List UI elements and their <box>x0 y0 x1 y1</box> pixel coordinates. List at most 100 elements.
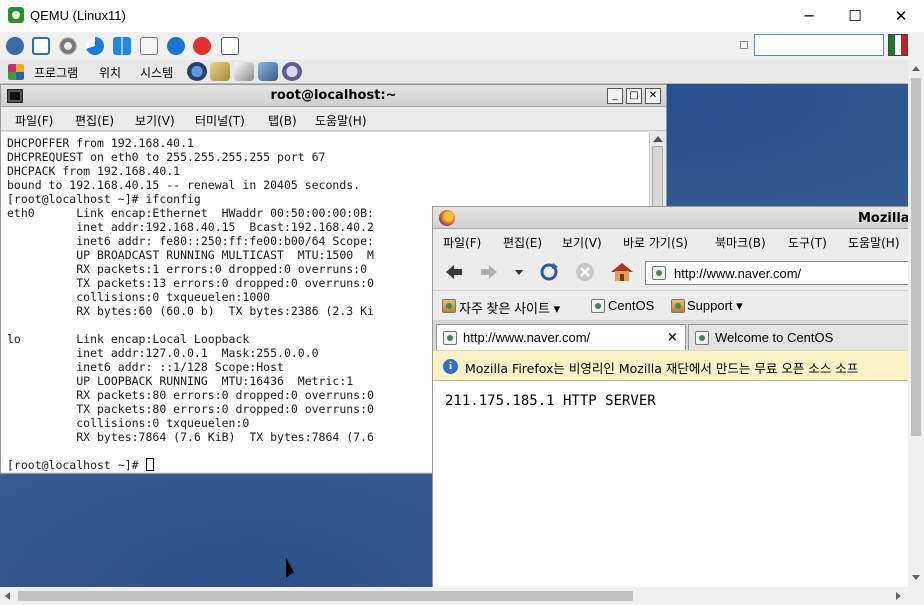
firefox-title: Mozilla <box>858 211 908 226</box>
horizontal-scrollbar-thumb[interactable] <box>18 591 633 601</box>
scroll-right-arrow-icon[interactable] <box>896 592 901 600</box>
scroll-left-arrow-icon[interactable] <box>5 592 10 600</box>
terminal-title: root@localhost:~ <box>270 88 397 103</box>
panel-menu-system[interactable]: 시스템 <box>140 64 173 81</box>
terminal-maximize-button[interactable]: □ <box>626 88 642 104</box>
tab-close-icon[interactable]: × <box>667 330 678 345</box>
language-flag-icon[interactable] <box>888 34 908 56</box>
document-icon[interactable] <box>140 37 158 55</box>
ff-menu-help[interactable]: 도움말(H) <box>848 234 900 251</box>
terminal-line: RX packets:1 errors:0 dropped:0 overruns… <box>7 262 368 276</box>
ff-menu-edit[interactable]: 편집(E) <box>503 234 542 251</box>
panel-menu-places[interactable]: 위치 <box>99 64 121 81</box>
terminal-line: DHCPACK from 192.168.40.1 <box>7 164 181 178</box>
terminal-line: DHCPOFFER from 192.168.40.1 <box>7 136 194 150</box>
scroll-down-arrow-icon[interactable] <box>912 575 920 580</box>
qemu-titlebar: QEMU (Linux11) ─ ☐ ✕ <box>0 0 924 32</box>
terminal-menu-view[interactable]: 보기(V) <box>135 112 175 129</box>
notification-bar: i Mozilla Firefox는 비영리인 Mozilla 재단에서 만드는… <box>433 351 908 381</box>
panel-menu-programs[interactable]: 프로그램 <box>34 64 78 81</box>
refresh-icon[interactable] <box>86 37 104 55</box>
back-arrow-icon[interactable] <box>443 261 465 283</box>
terminal-menu-file[interactable]: 파일(F) <box>15 112 53 129</box>
terminal-prompt: [root@localhost ~]# <box>7 458 146 472</box>
terminal-close-button[interactable]: ✕ <box>645 88 661 104</box>
info-icon: i <box>443 359 458 374</box>
tab-centos[interactable]: Welcome to CentOS <box>688 324 908 350</box>
scroll-up-arrow-icon[interactable] <box>653 136 663 142</box>
download-icon[interactable] <box>221 37 239 55</box>
info-icon[interactable] <box>167 37 185 55</box>
toolbar-checkbox[interactable] <box>740 41 748 49</box>
page-content: 211.175.185.1 HTTP SERVER <box>433 381 908 587</box>
stop-icon[interactable] <box>574 261 596 283</box>
folder-icon <box>442 299 456 313</box>
home-icon[interactable] <box>609 261 633 283</box>
settings-cluster-icon[interactable] <box>6 37 24 55</box>
history-dropdown-icon[interactable] <box>511 261 533 283</box>
firefox-menubar: 파일(F) 편집(E) 보기(V) 바로 가기(S) 북마크(B) 도구(T) … <box>433 229 908 253</box>
terminal-line: inet6 addr: fe80::250:ff:fe00:b00/64 Sco… <box>7 234 374 248</box>
terminal-menu-edit[interactable]: 편집(E) <box>75 112 114 129</box>
terminal-titlebar[interactable]: root@localhost:~ _ □ ✕ <box>1 85 666 107</box>
windows-icon[interactable] <box>113 37 131 55</box>
vertical-scrollbar-thumb[interactable] <box>911 78 921 436</box>
ff-menu-go[interactable]: 바로 가기(S) <box>623 234 688 251</box>
tab-label: http://www.naver.com/ <box>463 330 591 345</box>
notification-text: Mozilla Firefox는 비영리인 Mozilla 재단에서 만드는 무… <box>465 361 859 376</box>
scroll-up-arrow-icon[interactable] <box>912 66 920 71</box>
stop-icon[interactable] <box>193 37 211 55</box>
tab-label: Welcome to CentOS <box>715 330 834 345</box>
horizontal-scrollbar[interactable] <box>0 587 924 605</box>
presentation-launcher-icon[interactable] <box>258 62 278 81</box>
terminal-prompt-line: [root@localhost ~]# <box>7 458 155 472</box>
terminal-line: eth0 Link encap:Ethernet HWaddr 00:50:00… <box>7 206 374 220</box>
tab-favicon-icon <box>695 331 709 345</box>
terminal-menu-help[interactable]: 도움말(H) <box>315 112 367 129</box>
bookmark-support[interactable]: Support ▾ <box>687 298 743 314</box>
terminal-menu-terminal[interactable]: 터미널(T) <box>195 112 245 129</box>
forward-arrow-icon[interactable] <box>478 261 500 283</box>
tab-favicon-icon <box>443 331 457 345</box>
gnome-logo-icon <box>8 64 24 80</box>
terminal-line: inet addr:127.0.0.1 Mask:255.0.0.0 <box>7 346 319 360</box>
page-favicon-icon <box>652 266 666 280</box>
tab-strip: http://www.naver.com/ × Welcome to CentO… <box>433 321 908 351</box>
help-launcher-icon[interactable] <box>282 62 302 81</box>
minimize-button[interactable]: ─ <box>786 0 832 32</box>
toolbar-input[interactable] <box>754 34 884 56</box>
tab-naver[interactable]: http://www.naver.com/ × <box>436 324 686 350</box>
firefox-titlebar[interactable]: Mozilla <box>433 207 908 229</box>
terminal-line: RX packets:80 errors:0 dropped:0 overrun… <box>7 388 374 402</box>
ff-menu-view[interactable]: 보기(V) <box>562 234 602 251</box>
terminal-line: lo Link encap:Local Loopback <box>7 332 250 346</box>
guest-desktop: 프로그램 위치 시스템 root@localhost:~ _ □ ✕ 파일(F)… <box>0 60 908 587</box>
terminal-line: [root@localhost ~]# ifconfig <box>7 192 201 206</box>
centos-bookmark-icon <box>591 299 605 313</box>
terminal-line: TX packets:80 errors:0 dropped:0 overrun… <box>7 402 374 416</box>
browser-launcher-icon[interactable] <box>187 62 207 81</box>
vertical-scrollbar[interactable] <box>908 60 924 587</box>
fullscreen-icon[interactable] <box>32 37 50 55</box>
terminal-line: collisions:0 txqueuelen:1000 <box>7 290 271 304</box>
terminal-line: DHCPREQUEST on eth0 to 255.255.255.255 p… <box>7 150 326 164</box>
terminal-line: inet6 addr: ::1/128 Scope:Host <box>7 360 284 374</box>
gear-icon[interactable] <box>59 37 77 55</box>
ff-menu-tools[interactable]: 도구(T) <box>788 234 827 251</box>
bookmarks-toolbar: 자주 찾은 사이트 ▾ CentOS Support ▾ <box>433 291 908 321</box>
terminal-minimize-button[interactable]: _ <box>607 88 623 104</box>
url-text[interactable]: http://www.naver.com/ <box>674 266 801 281</box>
terminal-line: RX bytes:7864 (7.6 KiB) TX bytes:7864 (7… <box>7 430 374 444</box>
ff-menu-file[interactable]: 파일(F) <box>443 234 481 251</box>
reload-icon[interactable] <box>537 261 559 283</box>
url-bar[interactable]: http://www.naver.com/ <box>645 261 908 285</box>
mail-launcher-icon[interactable] <box>210 62 230 81</box>
terminal-line: TX packets:13 errors:0 dropped:0 overrun… <box>7 276 374 290</box>
ff-menu-bookmarks[interactable]: 북마크(B) <box>715 234 766 251</box>
bookmark-frequent[interactable]: 자주 찾은 사이트 ▾ <box>459 298 560 317</box>
editor-launcher-icon[interactable] <box>234 62 254 81</box>
terminal-menu-tabs[interactable]: 탭(B) <box>268 112 297 129</box>
bookmark-centos[interactable]: CentOS <box>608 298 654 313</box>
close-button[interactable]: ✕ <box>878 0 924 32</box>
maximize-button[interactable]: ☐ <box>832 0 878 32</box>
